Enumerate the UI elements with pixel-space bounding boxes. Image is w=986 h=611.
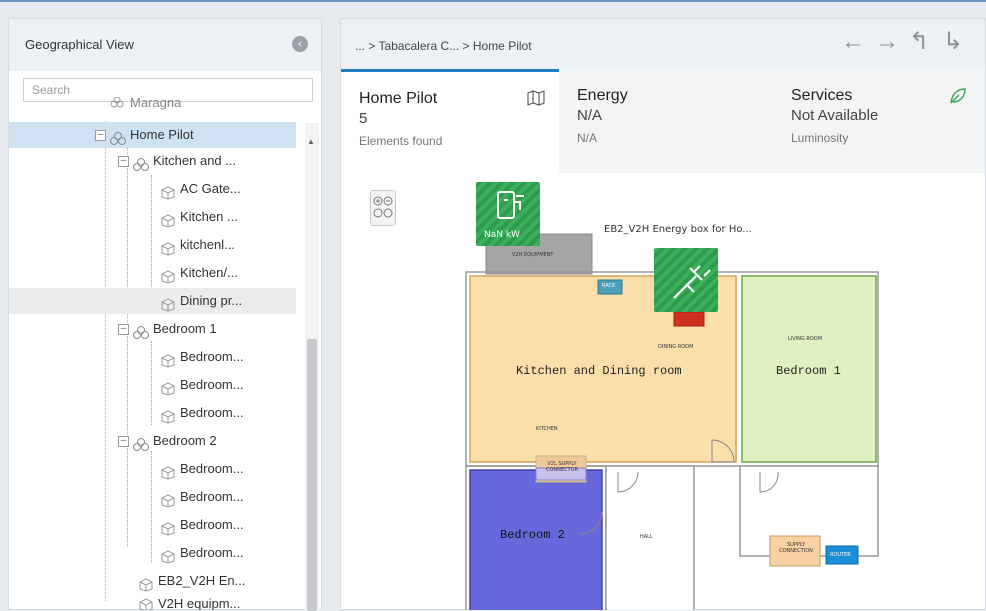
tab-services[interactable]: Services Not Available Luminosity [773,69,985,173]
summary-tabs: Home Pilot 5 Elements found Energy N/A N… [341,69,985,173]
tree-item[interactable]: Kitchen ... [160,204,238,230]
tree-item[interactable]: Maragna [110,96,181,110]
tree-connector [105,121,106,601]
tree-item[interactable]: Bedroom... [160,540,244,566]
tree-connector [151,451,152,563]
tab-value: 5 [359,110,368,127]
supply-connection-label: SUPPLY CONNECTION [779,542,813,554]
tab-subtitle: N/A [577,131,598,145]
back-arrow-icon[interactable]: ← [841,27,865,57]
building-icon [110,129,126,145]
panel-header: Geographical View ‹ [9,19,321,71]
room-label-bedroom-2[interactable]: Bedroom 2 [500,528,565,542]
up-arrow-icon[interactable]: ↰ [909,27,929,57]
supply-connector-label: V2L SUPPLY CONNECTOR [545,461,579,473]
device-cube-icon [160,239,176,256]
room-label-bedroom-1[interactable]: Bedroom 1 [776,364,841,378]
tab-title: Energy [577,87,628,104]
v2h-equipment-label: V2H EQUIPMENT [512,252,554,258]
router-label: ROUTER [830,552,851,558]
tab-home-pilot[interactable]: Home Pilot 5 Elements found [341,69,559,173]
tree-item[interactable]: Bedroom... [160,484,244,510]
tree-item[interactable]: – Bedroom 2 [118,428,217,454]
tab-value: N/A [577,107,603,124]
building-icon [110,96,126,110]
tree-connector [127,147,128,547]
tab-title: Home Pilot [359,90,438,107]
room-icon [133,435,149,451]
room-icon [133,155,149,171]
map-icon[interactable] [527,90,545,111]
hall-label: HALL [640,534,653,540]
device-cube-icon [138,598,154,610]
device-cube-icon [160,183,176,200]
collapse-icon[interactable]: – [118,156,129,168]
device-cube-icon [160,379,176,396]
tree-item[interactable]: Bedroom... [160,400,244,426]
tree-item[interactable]: kitchenl... [160,232,235,258]
ev-charger-device[interactable] [476,182,540,246]
collapse-icon[interactable]: – [118,324,129,336]
tab-value: Not Available [791,107,879,124]
energy-box-label[interactable]: EB2_V2H Energy box for Ho... [604,224,752,235]
tab-subtitle: Luminosity [791,131,849,145]
tree-item[interactable]: EB2_V2H En... [138,568,245,594]
dining-room-label: DINING ROOM [658,344,694,350]
tree-item[interactable]: – Kitchen and ... [118,148,236,174]
tree-item[interactable]: AC Gate... [160,176,241,202]
breadcrumb[interactable]: ... > Tabacalera C... > Home Pilot [355,39,532,53]
chevron-left-icon[interactable]: ‹ [292,36,308,52]
tree-item-home-pilot[interactable]: – Home Pilot [9,122,296,148]
device-cube-icon [160,295,176,312]
device-cube-icon [138,575,154,592]
collapse-icon[interactable]: – [118,436,129,448]
tab-energy[interactable]: Energy N/A N/A [559,69,773,173]
tree-connector [151,341,152,425]
redo-arrow-icon[interactable]: ↳ [943,27,963,57]
tree-item[interactable]: Bedroom... [160,456,244,482]
tree-item[interactable]: Bedroom... [160,512,244,538]
device-cube-icon [160,211,176,228]
detail-header: ... > Tabacalera C... > Home Pilot ← → ↰… [341,19,985,69]
device-cube-icon [160,351,176,368]
tab-title: Services [791,87,853,104]
kitchen-label: KITCHEN [536,426,558,432]
room-icon [133,323,149,339]
device-cube-icon [160,267,176,284]
collapse-icon[interactable]: – [95,130,106,142]
device-cube-icon [160,547,176,564]
floor-plan-drawing [465,182,879,610]
floor-plan: NaN kW EB2_V2H Energy box for Ho... V2H … [340,172,986,610]
tree-item[interactable]: V2H equipm... [138,594,240,610]
device-cube-icon [160,519,176,536]
device-cube-icon [160,491,176,508]
forward-arrow-icon[interactable]: → [875,27,899,57]
room-label-kitchen[interactable]: Kitchen and Dining room [516,364,682,378]
tree-item[interactable]: Dining pr... [9,288,296,314]
device-cube-icon [160,407,176,424]
device-cube-icon [160,463,176,480]
tree-item[interactable]: Bedroom... [160,372,244,398]
panel-title: Geographical View [25,37,134,52]
living-room-label: LIVING ROOM [788,336,823,342]
tab-subtitle: Elements found [359,134,443,148]
tree-item[interactable]: – Bedroom 1 [118,316,217,342]
leaf-icon[interactable] [949,87,967,110]
tree-item[interactable]: Kitchen/... [160,260,238,286]
energy-box-device[interactable] [654,248,718,312]
tree-item[interactable]: Bedroom... [160,344,244,370]
rack-label: RACK [602,283,616,289]
